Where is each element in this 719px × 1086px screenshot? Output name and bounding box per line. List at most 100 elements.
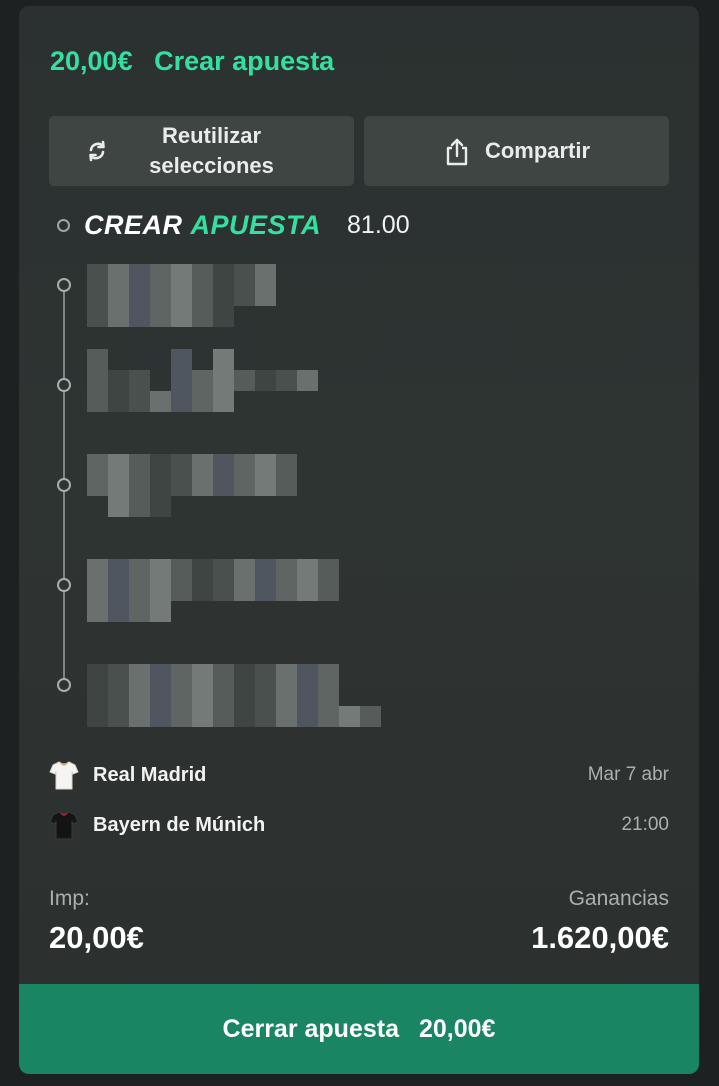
stake-label: Imp:	[49, 887, 90, 910]
censor-pixel	[108, 454, 129, 475]
censor-pixel	[171, 349, 192, 370]
censor-pixel	[318, 706, 339, 727]
censor-pixel	[87, 349, 108, 370]
bet-builder-logo-part2: APUESTA	[190, 209, 322, 240]
cashout-button[interactable]: Cerrar apuesta 20,00€	[19, 984, 699, 1074]
censor-pixel	[192, 664, 213, 685]
censor-pixel	[129, 264, 150, 285]
censor-pixel	[129, 306, 150, 327]
censor-pixel	[234, 454, 255, 475]
censor-pixel	[192, 285, 213, 306]
stake-value: 20,00€	[49, 920, 144, 955]
censor-pixel	[255, 285, 276, 306]
censor-pixel	[171, 264, 192, 285]
censor-pixel	[276, 475, 297, 496]
selection-dot	[57, 678, 71, 692]
refresh-icon	[83, 137, 111, 165]
censor-pixel	[150, 264, 171, 285]
censor-pixel	[297, 580, 318, 601]
censor-pixel	[150, 559, 171, 580]
away-team-name: Bayern de Múnich	[93, 813, 266, 836]
censor-pixel	[87, 559, 108, 580]
censor-pixel	[129, 559, 150, 580]
censor-pixel	[297, 559, 318, 580]
censor-pixel	[87, 306, 108, 327]
censor-pixel	[276, 685, 297, 706]
censor-pixel	[213, 370, 234, 391]
censor-pixel	[192, 306, 213, 327]
censor-pixel	[255, 706, 276, 727]
censor-pixel	[213, 664, 234, 685]
censor-pixel	[87, 664, 108, 685]
censor-pixel	[192, 580, 213, 601]
censor-pixel	[213, 580, 234, 601]
censor-pixel	[192, 706, 213, 727]
censor-pixel	[129, 685, 150, 706]
censor-pixel	[318, 580, 339, 601]
reuse-selections-button[interactable]: Reutilizar selecciones	[49, 116, 354, 186]
censor-pixel	[129, 664, 150, 685]
censor-pixel	[318, 685, 339, 706]
match-time: 21:00	[621, 814, 669, 835]
censor-pixel	[171, 475, 192, 496]
censor-pixel	[192, 559, 213, 580]
censor-pixel	[171, 454, 192, 475]
censor-pixel	[171, 559, 192, 580]
censor-pixel	[234, 264, 255, 285]
censor-pixel	[87, 685, 108, 706]
censor-pixel	[150, 580, 171, 601]
censor-pixel	[150, 306, 171, 327]
censor-pixel	[129, 601, 150, 622]
censor-pixel	[108, 706, 129, 727]
censor-pixel	[108, 685, 129, 706]
censor-pixel	[192, 391, 213, 412]
censor-pixel	[108, 580, 129, 601]
censor-pixel	[255, 264, 276, 285]
censor-pixel	[213, 306, 234, 327]
censor-pixel	[108, 496, 129, 517]
selection-dot	[57, 578, 71, 592]
censor-pixel	[108, 264, 129, 285]
bet-builder-logo: CREAR APUESTA	[84, 210, 321, 241]
censor-pixel	[234, 370, 255, 391]
bet-header-title: Crear apuesta	[154, 46, 335, 76]
censor-pixel	[108, 370, 129, 391]
censor-pixel	[297, 664, 318, 685]
censor-pixel	[171, 685, 192, 706]
censor-pixel	[150, 475, 171, 496]
white-shirt-icon	[49, 759, 79, 791]
winnings-label: Ganancias	[568, 887, 669, 910]
censor-pixel	[234, 475, 255, 496]
bet-card: 20,00€ Crear apuesta Reutilizar seleccio…	[19, 6, 699, 1074]
censor-pixel	[129, 391, 150, 412]
winnings-value: 1.620,00€	[531, 920, 669, 955]
censor-pixel	[234, 559, 255, 580]
cashout-amount: 20,00€	[419, 1014, 496, 1043]
censor-pixel	[255, 559, 276, 580]
selection-dot	[57, 278, 71, 292]
match-date: Mar 7 abr	[587, 764, 669, 785]
censor-pixel	[108, 306, 129, 327]
censor-pixel	[213, 685, 234, 706]
censor-pixel	[276, 370, 297, 391]
censor-pixel	[129, 580, 150, 601]
censor-pixel	[213, 285, 234, 306]
censor-pixel	[213, 349, 234, 370]
censor-pixel	[150, 601, 171, 622]
censor-pixel	[129, 370, 150, 391]
censor-pixel	[213, 706, 234, 727]
censor-pixel	[192, 475, 213, 496]
censor-pixel	[87, 475, 108, 496]
censor-pixel	[108, 601, 129, 622]
censor-pixel	[234, 706, 255, 727]
censor-pixel	[129, 475, 150, 496]
censor-pixel	[276, 706, 297, 727]
censor-pixel	[297, 685, 318, 706]
share-button[interactable]: Compartir	[364, 116, 669, 186]
censor-pixel	[255, 685, 276, 706]
censor-pixel	[129, 496, 150, 517]
censor-pixel	[171, 580, 192, 601]
censor-pixel	[192, 685, 213, 706]
censor-pixel	[150, 496, 171, 517]
censor-pixel	[171, 391, 192, 412]
